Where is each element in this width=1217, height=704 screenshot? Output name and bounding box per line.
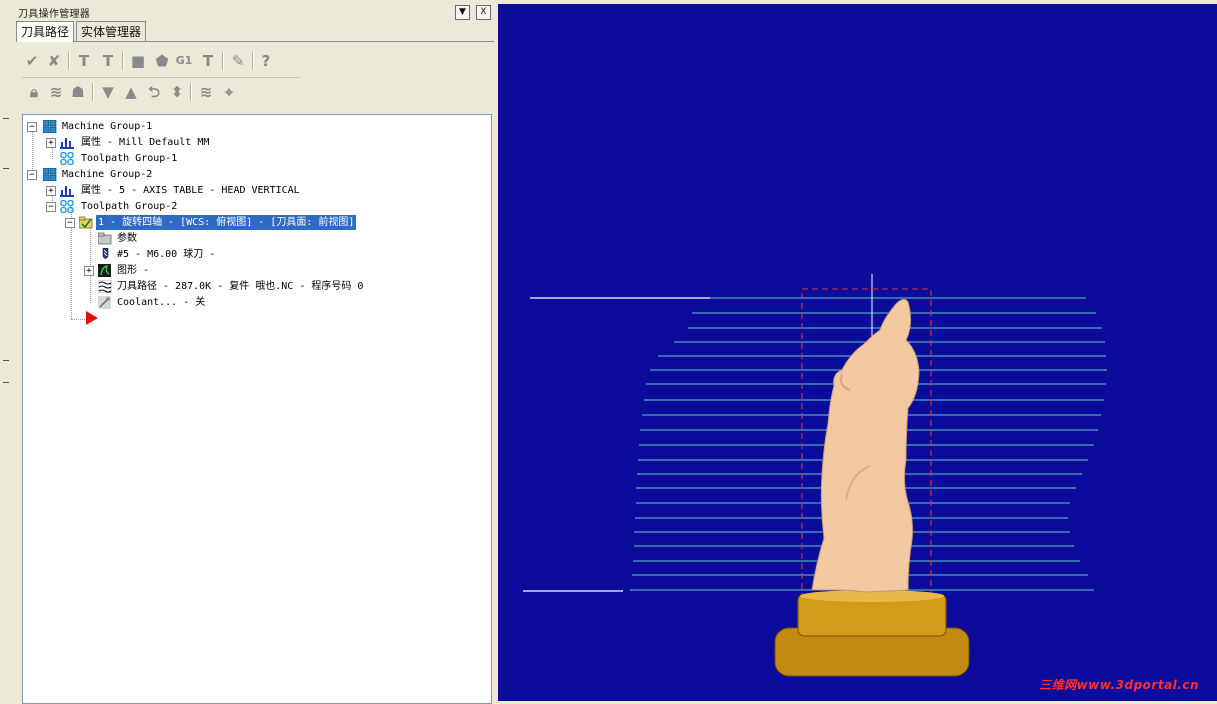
expand-toggle[interactable]: + bbox=[46, 186, 56, 196]
strip-marker bbox=[3, 118, 9, 119]
regenerate-icon[interactable]: T bbox=[74, 51, 94, 71]
tree-item-label: Toolpath Group-2 bbox=[81, 201, 178, 212]
expand-toggle[interactable]: + bbox=[84, 266, 94, 276]
tree-item-label: #5 - M6.00 球刀 - bbox=[117, 249, 216, 260]
tree-item-label: Machine Group-1 bbox=[62, 121, 153, 132]
parameters-folder-icon bbox=[98, 232, 112, 245]
torso-model bbox=[811, 298, 920, 593]
toolbar-separator bbox=[252, 52, 254, 70]
strip-marker bbox=[3, 168, 9, 169]
tab-toolpaths[interactable]: 刀具路径 bbox=[16, 21, 75, 42]
properties-icon bbox=[60, 186, 74, 197]
graphics-area[interactable]: 三维网www.3dportal.cn bbox=[498, 4, 1217, 701]
pedestal-base bbox=[774, 590, 970, 677]
toolpath-manager-panel: 刀具操作管理器 ▼ X 刀具路径 实体管理器 ✔ ✘ T T ■ ⬟ G1 T … bbox=[14, 0, 496, 704]
operation-folder-icon bbox=[79, 216, 93, 229]
collapse-toggle[interactable]: − bbox=[27, 170, 37, 180]
toolpath-group-icon bbox=[60, 200, 74, 213]
toolbar-divider bbox=[22, 77, 300, 78]
toggle-display-icon[interactable]: ≋ bbox=[46, 82, 66, 102]
tree-item-label: Machine Group-2 bbox=[62, 169, 153, 180]
insert-arrow-icon[interactable]: ⮌ bbox=[144, 82, 164, 102]
geometry-icon bbox=[98, 264, 111, 277]
panel-title-bar: 刀具操作管理器 ▼ X bbox=[14, 3, 496, 20]
collapse-toggle[interactable]: − bbox=[65, 218, 75, 228]
tree-connector bbox=[71, 223, 72, 319]
toolbar-separator bbox=[92, 83, 94, 101]
panel-dropdown-button[interactable]: ▼ bbox=[455, 5, 470, 20]
toolpath-icon bbox=[98, 280, 112, 293]
select-all-icon[interactable]: ✔ bbox=[22, 51, 42, 71]
help-icon[interactable]: ? bbox=[256, 51, 276, 71]
verify-icon[interactable]: ⬟ bbox=[152, 51, 172, 71]
properties-icon bbox=[60, 138, 74, 149]
ball-endmill-icon bbox=[102, 248, 109, 259]
move-down-icon[interactable]: ▼ bbox=[98, 82, 118, 102]
tree-item-label: 参数 bbox=[117, 233, 137, 244]
scroll-icon[interactable]: ⬍ bbox=[167, 82, 187, 102]
toolpath-group-icon bbox=[60, 152, 74, 165]
regenerate-dirty-icon[interactable]: T bbox=[98, 51, 118, 71]
coolant-icon bbox=[98, 296, 111, 309]
post-icon[interactable]: T bbox=[198, 51, 218, 71]
move-up-icon[interactable]: ▲ bbox=[121, 82, 141, 102]
tree-item-label: Coolant... - 关 bbox=[117, 297, 206, 308]
panel-title: 刀具操作管理器 bbox=[18, 9, 91, 20]
select-invalid-icon[interactable]: ✘ bbox=[44, 51, 64, 71]
watermark-text: 三维网www.3dportal.cn bbox=[1039, 678, 1199, 692]
tree-connector bbox=[90, 227, 91, 303]
g1-post-icon[interactable]: G1 bbox=[174, 51, 194, 71]
panel-tabs: 刀具路径 实体管理器 bbox=[16, 21, 494, 42]
machine-group-icon bbox=[43, 168, 57, 181]
collapse-toggle[interactable]: − bbox=[27, 122, 37, 132]
toggle-post-icon[interactable]: ☗ bbox=[68, 82, 88, 102]
toolpath-scene bbox=[523, 274, 1107, 677]
collapse-toggle[interactable]: − bbox=[46, 202, 56, 212]
only-display-icon[interactable]: ≋ bbox=[196, 82, 216, 102]
panel-close-button[interactable]: X bbox=[476, 5, 491, 20]
tree-item-label: Toolpath Group-1 bbox=[81, 153, 178, 164]
tree-item-label: 刀具路径 - 287.0K - 复件 哦也.NC - 程序号码 0 bbox=[117, 281, 364, 292]
machine-group-icon bbox=[43, 120, 57, 133]
tree-item-label: 图形 - bbox=[117, 265, 150, 276]
strip-marker bbox=[3, 360, 9, 361]
tree-item-label: 1 - 旋转四轴 - [WCS: 俯视图] - [刀具面: 前视图] bbox=[96, 215, 357, 230]
tree-item-label: 属性 - 5 - AXIS TABLE - HEAD VERTICAL bbox=[81, 185, 300, 196]
strip-marker bbox=[3, 382, 9, 383]
backplot-icon[interactable]: ■ bbox=[128, 51, 148, 71]
tab-panel: ✔ ✘ T T ■ ⬟ G1 T ✎ ? 🔒︎ ≋ ☗ ▼ ▲ ⮌ ⬍ ≋ ⌖ … bbox=[16, 41, 494, 704]
toolbar-separator bbox=[222, 52, 224, 70]
expand-toggle[interactable]: + bbox=[46, 138, 56, 148]
left-edge-strip bbox=[0, 0, 15, 701]
graphics-viewport: 三维网www.3dportal.cn bbox=[496, 0, 1217, 701]
toolbar-separator bbox=[68, 52, 70, 70]
operations-tree: − Machine Group-1 + 属性 - Mill Default MM… bbox=[22, 114, 492, 704]
tree-item-label: 属性 - Mill Default MM bbox=[81, 137, 210, 148]
toolbar-separator bbox=[190, 83, 192, 101]
toolbar-separator bbox=[122, 52, 124, 70]
highfeed-icon[interactable]: ✎ bbox=[228, 51, 248, 71]
sync-icon[interactable]: ⌖ bbox=[219, 82, 239, 102]
lock-icon[interactable]: 🔒︎ bbox=[24, 82, 44, 102]
tab-solids-manager[interactable]: 实体管理器 bbox=[76, 21, 147, 41]
insert-arrow-icon[interactable] bbox=[85, 311, 99, 325]
tree-connector bbox=[32, 127, 33, 175]
